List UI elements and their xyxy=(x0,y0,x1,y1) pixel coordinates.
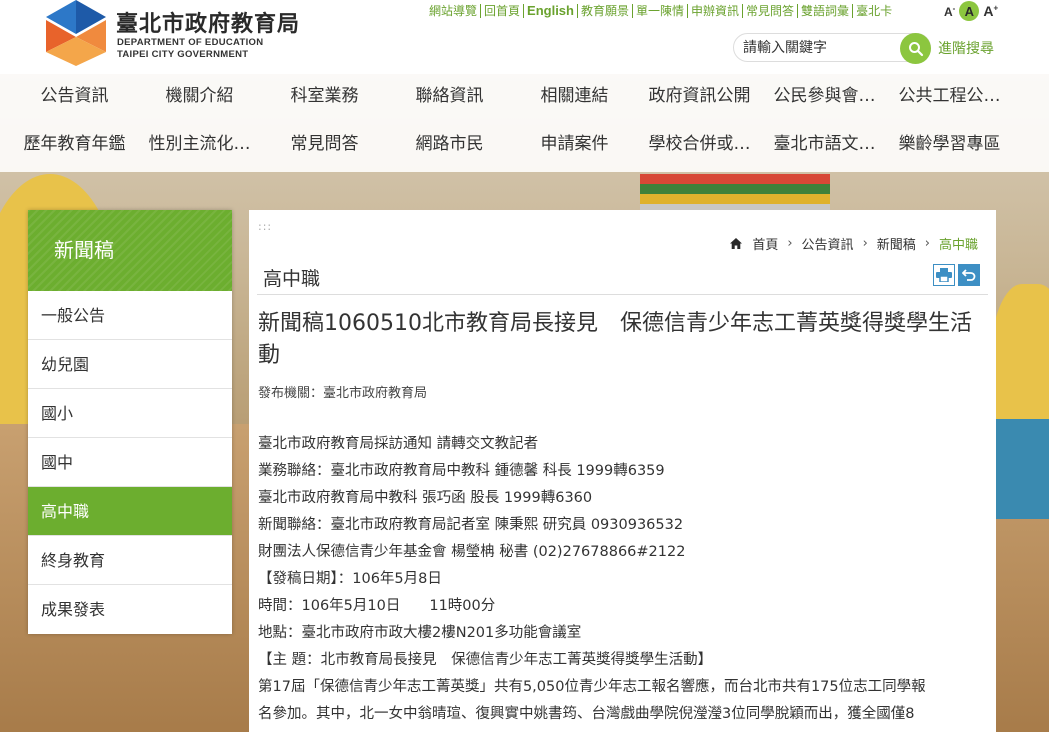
toplink-english[interactable]: English xyxy=(524,4,578,18)
section-title: 高中職 xyxy=(263,268,321,290)
chevron-right-icon: › xyxy=(862,236,868,251)
sidebar-item-senior-high[interactable]: 高中職 xyxy=(28,487,232,536)
article-line: 【發稿日期】：106年5月8日 xyxy=(258,571,442,587)
article-title: 新聞稿1060510北市教育局長接見 保德信青少年志工菁英獎得獎學生活動 xyxy=(258,311,972,368)
sidebar-item-kindergarten[interactable]: 幼兒園 xyxy=(28,340,232,389)
menu-item-about[interactable]: 機關介紹 xyxy=(137,85,262,107)
search-button[interactable] xyxy=(900,33,931,64)
toplink-taipei-card[interactable]: 臺北卡 xyxy=(853,4,895,18)
top-links: 網站導覽 回首頁 English 教育願景 單一陳情 申辦資訊 常見問答 雙語詞… xyxy=(426,4,895,18)
menu-item-civic-participation[interactable]: 公民參與會… xyxy=(762,85,887,107)
sidebar-item-general[interactable]: 一般公告 xyxy=(28,291,232,340)
advanced-search-link[interactable]: 進階搜尋 xyxy=(938,38,994,58)
page-tools xyxy=(933,264,980,286)
toplink-bilingual[interactable]: 雙語詞彙 xyxy=(798,4,854,18)
toplink-vision[interactable]: 教育願景 xyxy=(578,4,633,18)
logo-icon[interactable] xyxy=(46,0,106,66)
logo-title-en-line2: TAIPEI CITY GOVERNMENT xyxy=(117,49,249,60)
menu-item-school-merger[interactable]: 學校合併或… xyxy=(637,133,762,155)
menu-item-public-works[interactable]: 公共工程公… xyxy=(887,85,1012,107)
menu-item-yearbook[interactable]: 歷年教育年鑑 xyxy=(12,133,137,155)
toplink-services[interactable]: 申辦資訊 xyxy=(688,4,744,18)
font-size-medium-button[interactable]: A xyxy=(959,1,980,21)
article-line: 時間：106年5月10日 11時00分 xyxy=(258,598,496,614)
site-header: 臺北市政府教育局 DEPARTMENT OF EDUCATION TAIPEI … xyxy=(0,0,1049,74)
publisher: 發布機關：臺北市政府教育局 xyxy=(258,386,428,401)
sidebar-item-lifelong[interactable]: 終身教育 xyxy=(28,536,232,585)
print-button[interactable] xyxy=(933,264,955,286)
toplink-home[interactable]: 回首頁 xyxy=(481,4,525,18)
menu-item-divisions[interactable]: 科室業務 xyxy=(262,85,387,107)
menu-item-language[interactable]: 臺北市語文… xyxy=(762,133,887,155)
logo-title-en-line1: DEPARTMENT OF EDUCATION xyxy=(117,37,264,48)
article-body: 臺北市政府教育局採訪通知 請轉交文教記者 業務聯絡：臺北市政府教育局中教科 鍾德… xyxy=(258,431,993,728)
search-box xyxy=(733,33,931,64)
main-menu: 公告資訊 機關介紹 科室業務 聯絡資訊 相關連結 政府資訊公開 公民參與會… 公… xyxy=(0,74,1049,172)
background-shelf xyxy=(640,174,830,214)
main-menu-row-1: 公告資訊 機關介紹 科室業務 聯絡資訊 相關連結 政府資訊公開 公民參與會… 公… xyxy=(12,85,1012,107)
toplink-petition[interactable]: 單一陳情 xyxy=(633,4,689,18)
sidebar-item-junior-high[interactable]: 國中 xyxy=(28,438,232,487)
article-line: 臺北市政府教育局中教科 張巧函 股長 1999轉6360 xyxy=(258,490,593,506)
accesskey-anchor[interactable]: ::: xyxy=(258,220,272,233)
background-board xyxy=(990,419,1049,519)
sidebar-item-elementary[interactable]: 國小 xyxy=(28,389,232,438)
article-line: 【主 題：北市教育局長接見 保德信青少年志工菁英獎得獎學生活動】 xyxy=(258,652,713,668)
divider xyxy=(257,294,988,295)
sidebar-item-achievements[interactable]: 成果發表 xyxy=(28,585,232,634)
article-line: 名參加。其中，北一女中翁晴瑄、復興實中姚書筠、台灣戲曲學院倪瀅瀅3位同學脫穎而出… xyxy=(258,706,915,722)
chevron-right-icon: › xyxy=(924,236,930,251)
printer-icon xyxy=(936,268,952,282)
article-line: 臺北市政府教育局採訪通知 請轉交文教記者 xyxy=(258,436,539,452)
menu-item-senior-learning[interactable]: 樂齡學習專區 xyxy=(887,133,1012,155)
sidebar: 新聞稿 一般公告 幼兒園 國小 國中 高中職 終身教育 成果發表 xyxy=(28,210,232,634)
main-menu-row-2: 歷年教育年鑑 性別主流化… 常見問答 網路市民 申請案件 學校合併或… 臺北市語… xyxy=(12,133,1012,155)
article-line: 新聞聯絡：臺北市政府教育局記者室 陳秉熙 研究員 0930936532 xyxy=(258,517,684,533)
breadcrumb-press-releases[interactable]: 新聞稿 xyxy=(877,234,916,253)
menu-item-online-citizen[interactable]: 網路市民 xyxy=(387,133,512,155)
font-size-controls: A- A A+ xyxy=(944,1,998,21)
font-size-small-button[interactable]: A- xyxy=(944,4,955,19)
menu-item-gender-mainstreaming[interactable]: 性別主流化… xyxy=(137,133,262,155)
menu-item-open-government[interactable]: 政府資訊公開 xyxy=(637,85,762,107)
menu-item-announcements[interactable]: 公告資訊 xyxy=(12,85,137,107)
sidebar-title: 新聞稿 xyxy=(28,210,232,291)
back-button[interactable] xyxy=(958,264,980,286)
breadcrumb-current: 高中職 xyxy=(938,238,978,253)
menu-item-applications[interactable]: 申請案件 xyxy=(512,133,637,155)
article-line: 業務聯絡：臺北市政府教育局中教科 鍾德馨 科長 1999轉6359 xyxy=(258,463,665,479)
chevron-right-icon: › xyxy=(787,236,793,251)
main-content: ::: 首頁 › 公告資訊 › 新聞稿 › 高中職 高中職 新聞稿1060510… xyxy=(249,210,996,732)
menu-item-faq[interactable]: 常見問答 xyxy=(262,133,387,155)
toplink-faq[interactable]: 常見問答 xyxy=(743,4,799,18)
breadcrumb: 首頁 › 公告資訊 › 新聞稿 › 高中職 xyxy=(730,234,978,253)
article-line: 財團法人保德信青少年基金會 楊瑩柟 秘書 (02)27678866#2122 xyxy=(258,544,686,560)
breadcrumb-announcements[interactable]: 公告資訊 xyxy=(802,234,854,253)
font-size-large-button[interactable]: A+ xyxy=(983,3,998,19)
article-line: 地點：臺北市政府市政大樓2樓N201多功能會議室 xyxy=(258,625,582,641)
breadcrumb-home[interactable]: 首頁 xyxy=(752,234,778,253)
return-icon xyxy=(962,269,976,281)
toplink-sitemap[interactable]: 網站導覽 xyxy=(426,4,482,18)
search-input[interactable] xyxy=(734,34,894,61)
search-icon xyxy=(908,41,923,56)
menu-item-contact[interactable]: 聯絡資訊 xyxy=(387,85,512,107)
home-icon[interactable] xyxy=(730,238,743,249)
menu-item-links[interactable]: 相關連結 xyxy=(512,85,637,107)
logo-title-zh[interactable]: 臺北市政府教育局 xyxy=(116,6,300,38)
article-line: 第17屆「保德信青少年志工菁英獎」共有5,050位青少年志工報名響應，而台北市共… xyxy=(258,679,926,695)
